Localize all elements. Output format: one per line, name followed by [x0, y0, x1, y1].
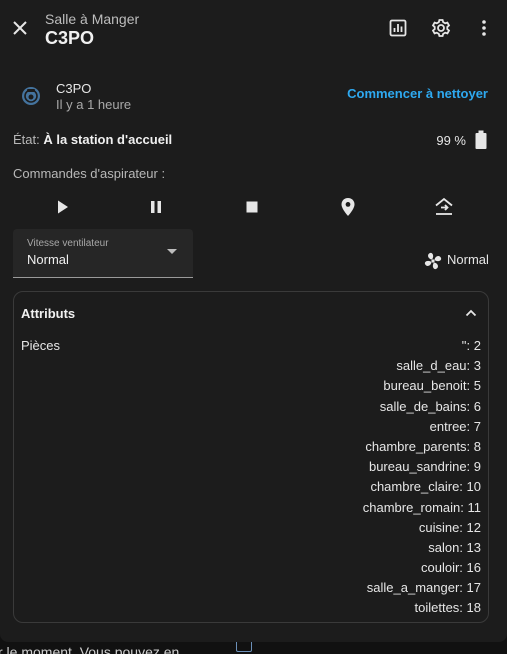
room-entry: '': 2 — [461, 338, 481, 353]
status-label: État: — [13, 132, 40, 147]
status-value: À la station d'accueil — [43, 132, 173, 147]
fan-speed-select[interactable]: Vitesse ventilateur Normal — [13, 229, 193, 278]
last-changed: Il y a 1 heure — [56, 97, 132, 112]
room-entry: chambre_romain: 11 — [362, 499, 481, 515]
dialog-breadcrumb: Salle à Manger — [45, 11, 140, 27]
commands-label: Commandes d'aspirateur : — [13, 166, 166, 181]
room-entry: chambre_claire: 10 — [370, 479, 481, 495]
entity-name: C3PO — [56, 81, 92, 96]
rooms-list: '': 2 salle_d_eau: 3 bureau_benoit: 5 salle… — [363, 338, 481, 621]
stop-button[interactable] — [240, 195, 264, 219]
battery-level: 99 % — [436, 133, 466, 148]
close-icon — [13, 21, 27, 35]
dots-vertical-icon — [482, 20, 486, 36]
room-entry: entree: 7 — [429, 418, 481, 434]
stop-icon — [246, 201, 258, 213]
background-icon — [236, 642, 252, 652]
play-icon — [58, 200, 68, 214]
start-cleaning-button[interactable]: Commencer à nettoyer — [347, 86, 488, 101]
pause-icon — [151, 201, 161, 213]
more-info-dialog: Salle à Manger C3PO C3PO Il y a 1 heure … — [0, 0, 507, 642]
play-button[interactable] — [50, 195, 74, 219]
room-entry: salle_a_manger: 17 — [366, 580, 481, 596]
attributes-title[interactable]: Attributs — [21, 306, 75, 321]
fan-speed-label: Vitesse ventilateur — [27, 238, 109, 249]
close-button[interactable] — [6, 14, 34, 42]
gear-icon — [431, 19, 451, 37]
dialog-title: C3PO — [45, 28, 95, 48]
room-entry: couloir: 16 — [421, 560, 481, 576]
chart-icon — [389, 19, 407, 37]
room-entry: chambre_parents: 8 — [365, 438, 481, 454]
status-line: État: À la station d'accueil — [13, 132, 172, 147]
locate-button[interactable] — [336, 195, 360, 219]
fan-icon — [424, 252, 442, 270]
room-entry: toilettes: 18 — [414, 600, 482, 616]
background-text: r le moment. Vous pouvez en — [0, 644, 180, 654]
room-entry: salle_d_eau: 3 — [396, 358, 481, 374]
fan-speed-current: Normal — [447, 252, 489, 267]
room-entry: salon: 13 — [428, 539, 481, 555]
room-entry: bureau_sandrine: 9 — [368, 459, 481, 475]
rooms-label: Pièces — [21, 338, 61, 353]
return-home-icon — [435, 197, 453, 215]
more-options-button[interactable] — [470, 14, 498, 42]
chevron-up-icon[interactable] — [464, 306, 478, 320]
history-button[interactable] — [384, 14, 412, 42]
room-entry: bureau_benoit: 5 — [383, 378, 481, 394]
robot-vacuum-icon — [19, 84, 43, 108]
room-entry: salle_de_bains: 6 — [379, 398, 481, 414]
attributes-card: Attributs Pièces '': 2 salle_d_eau: 3 bure… — [13, 291, 489, 623]
fan-speed-value: Normal — [27, 252, 69, 267]
locate-icon — [341, 198, 355, 216]
background-page: r le moment. Vous pouvez en — [0, 642, 507, 654]
settings-button[interactable] — [427, 14, 455, 42]
dialog-header: Salle à Manger C3PO — [0, 0, 507, 60]
return-home-button[interactable] — [432, 195, 456, 219]
pause-button[interactable] — [144, 195, 168, 219]
chevron-down-icon — [167, 249, 177, 254]
room-entry: cuisine: 12 — [418, 519, 481, 535]
battery-full-icon — [474, 130, 488, 150]
